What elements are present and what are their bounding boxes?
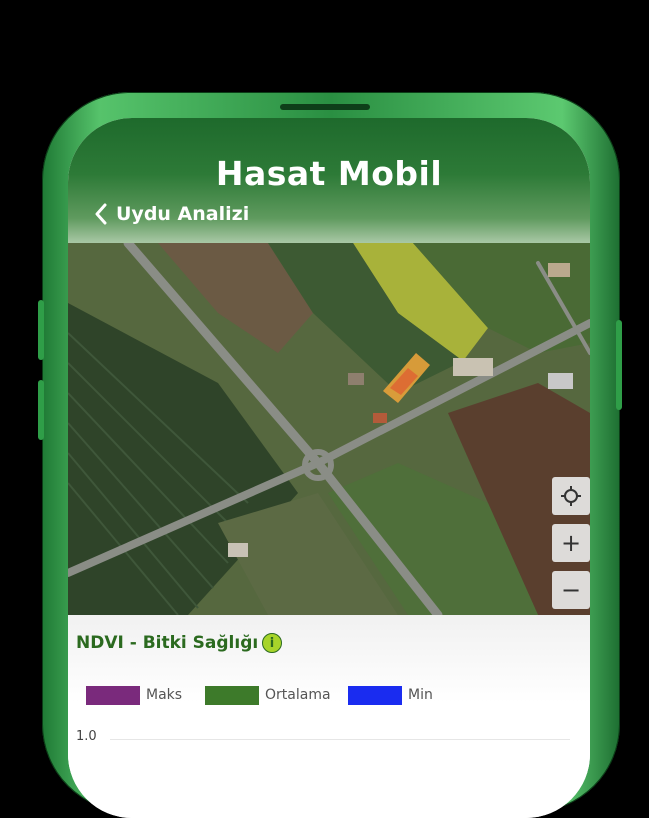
app-screen: Hasat Mobil Uydu Analizi + − NDVI - Bitk… — [68, 118, 590, 818]
legend-label: Ortalama — [265, 687, 331, 703]
legend-swatch — [86, 685, 140, 705]
chart-gridline — [110, 739, 570, 740]
locate-button[interactable] — [552, 477, 590, 515]
legend-item-maks: Maks — [86, 685, 182, 705]
phone-side-button — [38, 380, 44, 440]
info-icon[interactable]: i — [262, 633, 282, 653]
legend-label: Maks — [146, 687, 183, 703]
legend-item-ortalama: Ortalama — [205, 685, 331, 705]
phone-side-button — [616, 320, 622, 410]
legend-label: Min — [408, 687, 433, 703]
satellite-map[interactable]: + − — [68, 243, 590, 615]
satellite-imagery — [68, 243, 590, 615]
back-label: Uydu Analizi — [116, 203, 250, 225]
ndvi-panel: NDVI - Bitki Sağlığı i Maks Ortalama Min… — [68, 615, 590, 818]
chevron-left-icon — [95, 203, 107, 225]
minus-icon: − — [560, 576, 582, 604]
legend-swatch — [348, 685, 402, 705]
back-button[interactable]: Uydu Analizi — [94, 200, 249, 228]
phone-side-button — [38, 300, 44, 360]
legend-swatch — [205, 685, 259, 705]
app-title: Hasat Mobil — [215, 154, 443, 193]
zoom-in-button[interactable]: + — [552, 524, 590, 562]
app-header: Hasat Mobil Uydu Analizi — [68, 118, 590, 243]
crosshair-icon — [561, 486, 581, 506]
zoom-out-button[interactable]: − — [552, 571, 590, 609]
plus-icon: + — [560, 529, 582, 557]
phone-speaker — [280, 104, 370, 110]
legend-item-min: Min — [348, 685, 433, 705]
panel-title: NDVI - Bitki Sağlığı — [76, 633, 259, 653]
